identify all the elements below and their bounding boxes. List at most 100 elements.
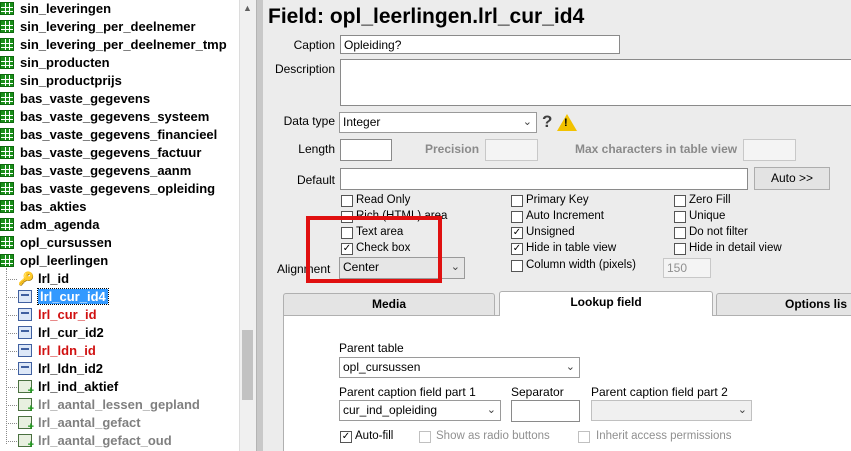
tree-item[interactable]: sin_levering_per_deelnemer_tmp (0, 36, 239, 54)
table-icon (0, 218, 14, 231)
tree-item[interactable]: + lrl_aantal_gefact (0, 414, 239, 433)
tree-item[interactable]: lrl_cur_id2 (0, 324, 239, 342)
autofill-checkbox[interactable]: ✓ (340, 431, 352, 443)
datatype-select[interactable]: Integer ⌄ (339, 112, 537, 133)
auto-button[interactable]: Auto >> (754, 167, 830, 190)
tree-item[interactable]: opl_cursussen (0, 234, 239, 252)
tree-item[interactable]: sin_producten (0, 54, 239, 72)
tree-item[interactable]: bas_vaste_gegevens_systeem (0, 108, 239, 126)
default-input[interactable] (340, 168, 748, 190)
tree-item-label: bas_akties (20, 199, 87, 214)
table-icon (0, 146, 14, 159)
tree-item[interactable]: bas_vaste_gegevens_opleiding (0, 180, 239, 198)
chevron-down-icon: ⌄ (565, 361, 575, 373)
tree-item[interactable]: opl_leerlingen (0, 252, 239, 270)
tree-item[interactable]: lrl_ldn_id2 (0, 360, 239, 378)
calculated-field-icon: + (18, 416, 34, 433)
chevron-down-icon: ⌄ (522, 116, 532, 128)
separator-input[interactable] (511, 400, 580, 422)
unsigned-checkbox[interactable]: ✓ (511, 227, 523, 239)
table-icon (0, 200, 14, 213)
description-label: Description (274, 62, 335, 76)
scroll-up-icon[interactable]: ▲ (243, 3, 252, 13)
tree-item[interactable]: adm_agenda (0, 216, 239, 234)
tree-item-label: sin_levering_per_deelnemer_tmp (20, 37, 227, 52)
tree-item[interactable]: bas_akties (0, 198, 239, 216)
tree-item[interactable]: + lrl_aantal_gefact_oud (0, 432, 239, 451)
tree-item-label: bas_vaste_gegevens_systeem (20, 109, 210, 124)
auto-increment-checkbox[interactable] (511, 211, 523, 223)
inherit-permissions-checkbox[interactable] (578, 431, 590, 443)
tree-item-label: lrl_ldn_id (38, 343, 96, 358)
unique-checkbox[interactable] (674, 211, 686, 223)
caption-input[interactable]: Opleiding? (340, 35, 620, 54)
column-width-input[interactable]: 150 (663, 258, 711, 278)
precision-input[interactable] (485, 139, 538, 161)
table-icon (0, 254, 14, 267)
tree-item[interactable]: sin_levering_per_deelnemer (0, 18, 239, 36)
tab-media[interactable]: Media (283, 293, 495, 315)
datatype-value: Integer (343, 115, 381, 129)
tree-connector (6, 441, 17, 442)
description-textarea[interactable] (340, 59, 851, 106)
zero-fill-checkbox[interactable] (674, 195, 686, 207)
table-icon (0, 74, 14, 87)
plus-icon: + (27, 403, 34, 415)
tab-options-list[interactable]: Options lis (716, 293, 851, 315)
radio-buttons-checkbox[interactable] (419, 431, 431, 443)
tree-item[interactable]: bas_vaste_gegevens_aanm (0, 162, 239, 180)
table-icon (0, 92, 14, 105)
tree-connector (6, 405, 17, 406)
hide-table-checkbox[interactable]: ✓ (511, 243, 523, 255)
read-only-checkbox[interactable] (341, 195, 353, 207)
tree-connector (6, 423, 17, 424)
tree-item-label: lrl_aantal_lessen_gepland (38, 397, 200, 412)
tree-item[interactable]: 🔑 lrl_id (0, 270, 239, 288)
tree-item[interactable]: + lrl_ind_aktief (0, 378, 239, 397)
column-width-checkbox[interactable] (511, 260, 523, 272)
caption1-value: cur_ind_opleiding (343, 403, 438, 417)
table-icon (0, 182, 14, 195)
tree-item[interactable]: bas_vaste_gegevens_financieel (0, 126, 239, 144)
tree-item[interactable]: lrl_ldn_id (0, 342, 239, 360)
key-icon: 🔑 (18, 271, 35, 286)
tree-item-label: lrl_cur_id4 (37, 288, 109, 305)
scroll-thumb[interactable] (242, 330, 253, 400)
chevron-down-icon: ⌄ (450, 261, 460, 273)
unsigned-label: Unsigned (526, 226, 575, 238)
tree-item[interactable]: sin_leveringen (0, 0, 239, 18)
tab-lookup-field[interactable]: Lookup field (499, 291, 713, 316)
parent-table-select[interactable]: opl_cursussen ⌄ (339, 357, 580, 378)
tree-item[interactable]: bas_vaste_gegevens_factuur (0, 144, 239, 162)
tree-item-label: bas_vaste_gegevens_financieel (20, 127, 218, 142)
zero-fill-label: Zero Fill (689, 194, 731, 206)
caption2-select[interactable]: ⌄ (591, 400, 752, 421)
help-icon[interactable]: ? (542, 112, 552, 132)
tree-item[interactable]: lrl_cur_id4 (0, 288, 239, 306)
maxchars-input[interactable] (743, 139, 796, 161)
tree-connector (6, 369, 17, 370)
caption1-select[interactable]: cur_ind_opleiding ⌄ (339, 400, 501, 421)
tree-item[interactable]: bas_vaste_gegevens (0, 90, 239, 108)
tree-item[interactable]: lrl_cur_id (0, 306, 239, 324)
table-icon (0, 164, 14, 177)
no-filter-checkbox[interactable] (674, 227, 686, 239)
autofill-label: Auto-fill (355, 430, 394, 442)
primary-key-checkbox[interactable] (511, 195, 523, 207)
inherit-permissions-label: Inherit access permissions (596, 430, 732, 442)
tree-item-label: sin_producten (20, 55, 110, 70)
table-icon (0, 38, 14, 51)
tree-connector (6, 351, 17, 352)
table-icon (0, 20, 14, 33)
tree-item[interactable]: sin_productprijs (0, 72, 239, 90)
tree-item-label: lrl_aantal_gefact (38, 415, 141, 430)
tree-connector (6, 315, 17, 316)
tree-connector (6, 387, 17, 388)
tree-scrollbar[interactable]: ▲ (239, 0, 256, 451)
hide-table-label: Hide in table view (526, 242, 617, 254)
field-icon (18, 290, 32, 303)
hide-detail-checkbox[interactable] (674, 243, 686, 255)
hide-detail-label: Hide in detail view (689, 242, 782, 254)
tree-item[interactable]: + lrl_aantal_lessen_gepland (0, 396, 239, 415)
length-input[interactable] (340, 139, 392, 161)
